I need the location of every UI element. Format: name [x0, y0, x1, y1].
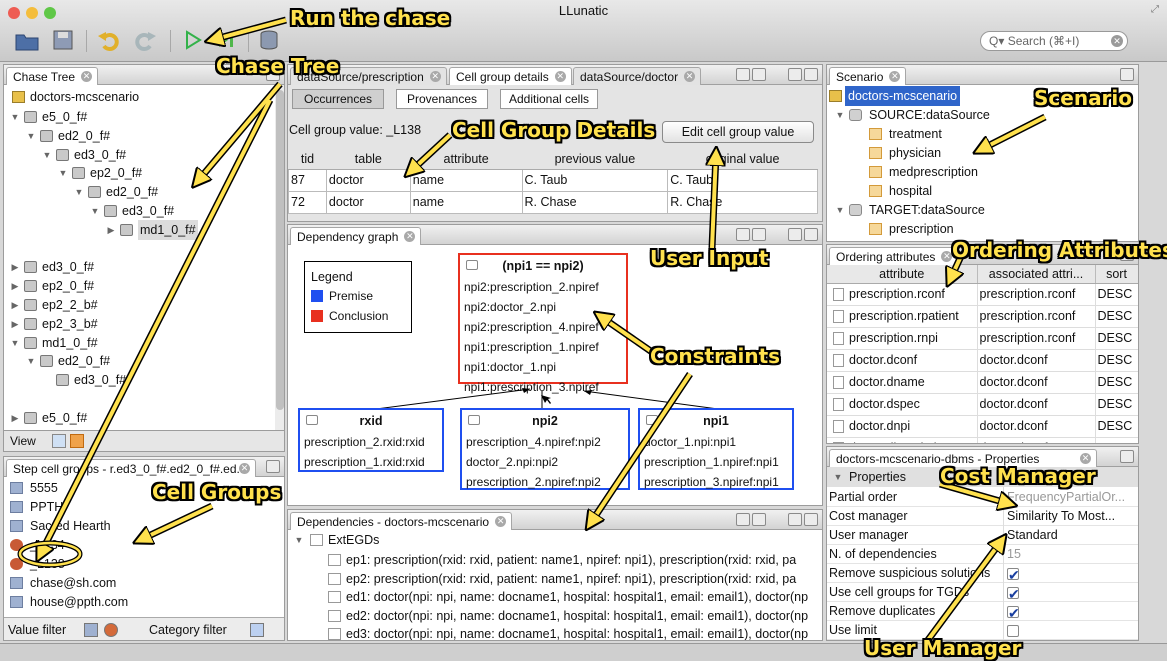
annotation-user-manager: User Manager — [864, 636, 1022, 660]
annotation-constraints: Constraints — [650, 344, 781, 368]
annotation-run-chase: Run the chase — [290, 6, 451, 30]
annotation-cell-groups: Cell Groups — [152, 480, 282, 504]
annotation-scenario: Scenario — [1034, 86, 1133, 110]
annotation-cell-group-details: Cell Group Details — [452, 118, 656, 142]
annotation-ordering-attributes: Ordering Attributes — [952, 238, 1167, 262]
annotation-cost-manager: Cost Manager — [940, 464, 1096, 488]
annotation-arrows — [17, 16, 1047, 643]
annotation-chase-tree: Chase Tree — [216, 54, 340, 78]
annotation-user-input: User Input — [650, 246, 769, 270]
